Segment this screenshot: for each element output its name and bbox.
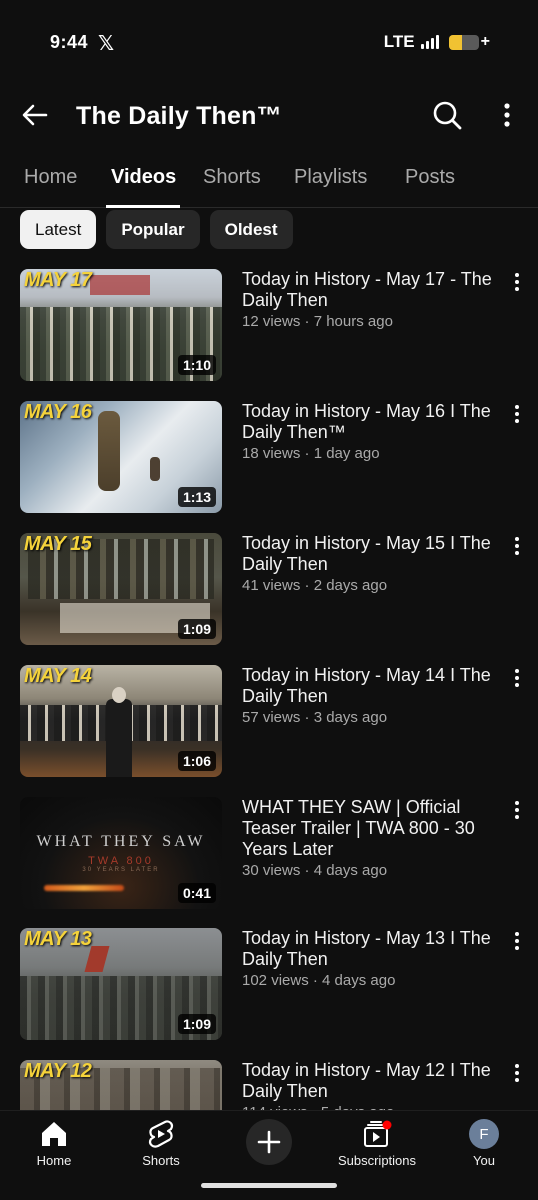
video-thumbnail[interactable]: MAY 15 1:09: [20, 533, 222, 645]
home-icon: [42, 1122, 66, 1146]
avatar: F: [469, 1119, 499, 1149]
tab-playlists[interactable]: Playlists: [294, 166, 367, 189]
video-more-icon[interactable]: [512, 537, 522, 557]
video-thumbnail[interactable]: MAY 14 1:06: [20, 665, 222, 777]
video-more-icon[interactable]: [512, 801, 522, 821]
video-more-icon[interactable]: [512, 669, 522, 689]
video-item[interactable]: MAY 14 1:06 Today in History - May 14 I …: [0, 665, 538, 783]
video-meta: 30 views · 4 days ago: [242, 862, 388, 879]
back-arrow-icon[interactable]: [20, 100, 50, 130]
nav-shorts-label: Shorts: [142, 1153, 180, 1168]
tab-posts[interactable]: Posts: [405, 166, 455, 189]
video-thumbnail[interactable]: MAY 13 1:09: [20, 928, 222, 1040]
video-more-icon[interactable]: [512, 1064, 522, 1084]
network-type: LTE: [383, 32, 415, 51]
notification-dot: [382, 1120, 392, 1130]
nav-you-label: You: [473, 1153, 495, 1168]
video-meta: 12 views · 7 hours ago: [242, 313, 393, 330]
video-title[interactable]: WHAT THEY SAW | Official Teaser Trailer …: [242, 797, 498, 860]
video-title[interactable]: Today in History - May 17 - The Daily Th…: [242, 269, 498, 311]
status-bar: 9:44 𝕏 LTE +: [0, 0, 538, 86]
plus-icon: [257, 1130, 281, 1154]
video-thumbnail[interactable]: WHAT THEY SAW TWA 800 30 YEARS LATER 0:4…: [20, 797, 222, 909]
nav-subscriptions-label: Subscriptions: [337, 1153, 417, 1168]
nav-shorts[interactable]: Shorts: [111, 1119, 211, 1168]
thumbnail-date-badge: MAY 16: [24, 401, 92, 423]
tab-videos[interactable]: Videos: [111, 166, 176, 189]
video-meta: 18 views · 1 day ago: [242, 445, 380, 462]
video-meta: 41 views · 2 days ago: [242, 577, 388, 594]
video-title[interactable]: Today in History - May 16 I The Daily Th…: [242, 401, 498, 443]
nav-home[interactable]: Home: [4, 1119, 104, 1168]
video-duration: 1:13: [177, 487, 216, 507]
thumbnail-date-badge: MAY 15: [24, 533, 92, 555]
video-thumbnail[interactable]: MAY 17 1:10: [20, 269, 222, 381]
video-duration: 1:09: [177, 1014, 216, 1034]
thumbnail-date-badge: MAY 13: [24, 928, 92, 950]
status-time: 9:44: [50, 32, 89, 52]
video-duration: 1:06: [177, 751, 216, 771]
video-thumbnail[interactable]: MAY 16 1:13: [20, 401, 222, 513]
thumbnail-date-badge: MAY 12: [24, 1060, 92, 1082]
channel-title: The Daily Then™: [76, 102, 282, 130]
charging-icon: +: [480, 33, 490, 50]
chip-oldest[interactable]: Oldest: [209, 210, 293, 249]
thumbnail-date-badge: MAY 14: [24, 665, 92, 687]
more-options-icon[interactable]: [496, 100, 518, 130]
video-item[interactable]: MAY 17 1:10 Today in History - May 17 - …: [0, 269, 538, 387]
video-duration: 1:09: [177, 619, 216, 639]
sort-chips: Latest Popular Oldest: [20, 210, 293, 249]
nav-subscriptions[interactable]: Subscriptions: [327, 1119, 427, 1168]
video-item[interactable]: MAY 15 1:09 Today in History - May 15 I …: [0, 533, 538, 651]
thumbnail-title-text: WHAT THEY SAW: [36, 833, 206, 850]
status-indicators: LTE +: [384, 32, 490, 52]
search-icon[interactable]: [430, 98, 464, 132]
subscriptions-icon: [364, 1120, 392, 1147]
battery-icon: [448, 34, 479, 50]
video-meta: 102 views · 4 days ago: [242, 972, 396, 989]
tab-shorts[interactable]: Shorts: [203, 166, 261, 189]
signal-icon: [420, 35, 439, 49]
video-more-icon[interactable]: [512, 273, 522, 293]
video-meta: 57 views · 3 days ago: [242, 709, 388, 726]
video-item[interactable]: WHAT THEY SAW TWA 800 30 YEARS LATER 0:4…: [0, 797, 538, 915]
create-button[interactable]: [246, 1119, 292, 1165]
tab-home[interactable]: Home: [24, 166, 77, 189]
video-more-icon[interactable]: [512, 932, 522, 952]
active-tab-indicator: [106, 205, 180, 208]
thumbnail-subtitle-text: TWA 800: [88, 855, 154, 867]
x-app-icon: 𝕏: [98, 33, 115, 55]
chip-popular[interactable]: Popular: [106, 210, 200, 249]
video-item[interactable]: MAY 16 1:13 Today in History - May 16 I …: [0, 401, 538, 519]
channel-tabs: Home Videos Shorts Playlists Posts: [0, 148, 538, 208]
video-title[interactable]: Today in History - May 13 I The Daily Th…: [242, 928, 498, 970]
video-more-icon[interactable]: [512, 405, 522, 425]
thumbnail-caption-text: 30 YEARS LATER: [82, 867, 160, 873]
chip-latest[interactable]: Latest: [20, 210, 97, 249]
video-duration: 0:41: [177, 883, 216, 903]
video-duration: 1:10: [177, 355, 216, 375]
video-title[interactable]: Today in History - May 12 I The Daily Th…: [242, 1060, 498, 1102]
home-indicator[interactable]: [201, 1183, 337, 1188]
thumbnail-date-badge: MAY 17: [24, 269, 92, 291]
app-bar: The Daily Then™: [0, 86, 538, 148]
nav-home-label: Home: [36, 1153, 72, 1168]
video-title[interactable]: Today in History - May 15 I The Daily Th…: [242, 533, 498, 575]
shorts-icon: [149, 1120, 173, 1148]
nav-you[interactable]: F You: [434, 1119, 534, 1168]
video-title[interactable]: Today in History - May 14 I The Daily Th…: [242, 665, 498, 707]
video-item[interactable]: MAY 13 1:09 Today in History - May 13 I …: [0, 928, 538, 1046]
